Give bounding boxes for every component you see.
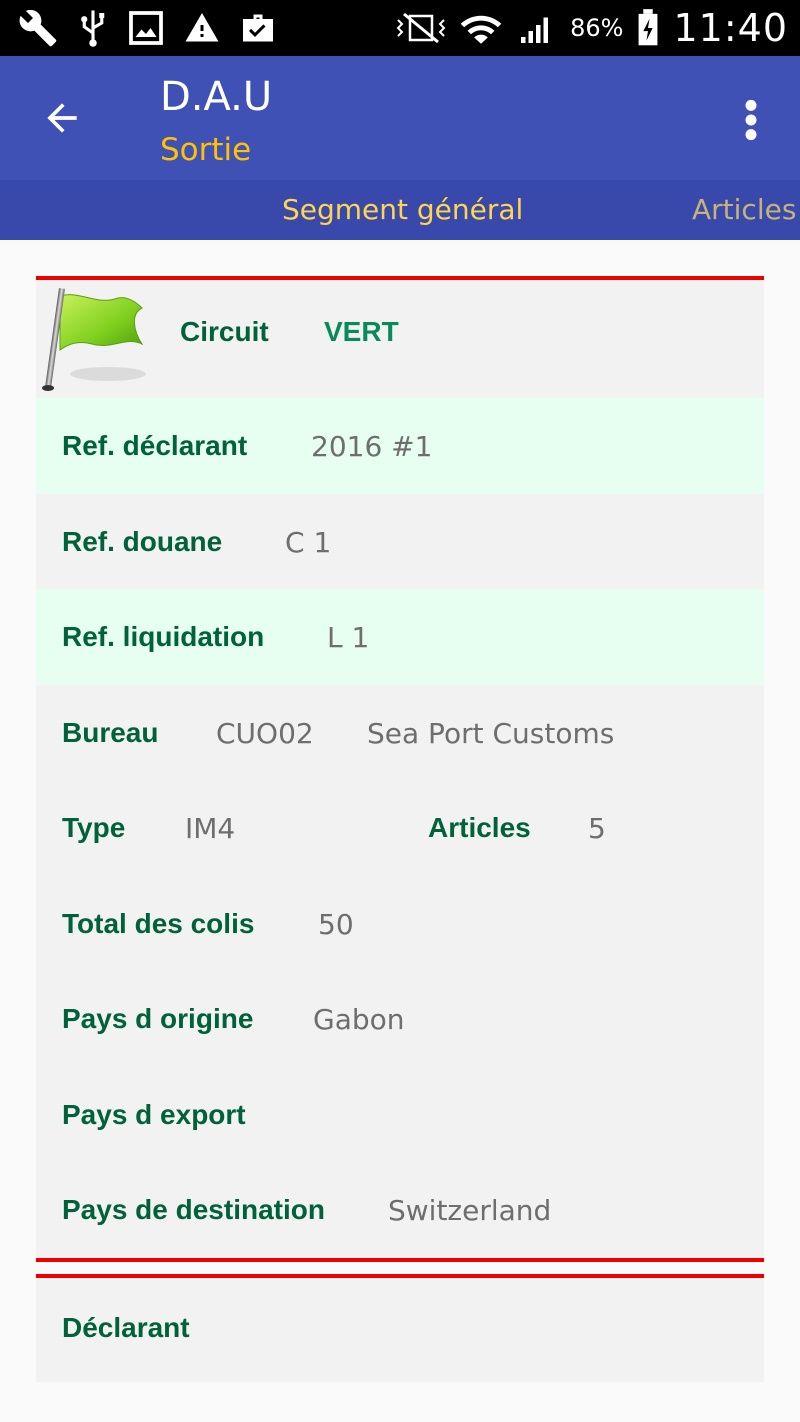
warning-icon [185,13,219,42]
ref-declarant-row: Ref. déclarant 2016 #1 [36,398,764,494]
signal-icon [521,17,549,43]
pays-destination-label: Pays de destination [62,1194,325,1225]
type-value: IM4 [185,812,236,845]
circuit-label: Circuit [180,316,269,347]
image-icon [129,11,163,45]
ref-douane-row: Ref. douane C 1 [36,494,764,590]
pays-export-row: Pays d export [36,1067,764,1163]
declarant-card[interactable]: Déclarant [36,1274,764,1382]
pays-export-label: Pays d export [62,1098,246,1130]
circuit-value: VERT [324,316,399,347]
main-content: Circuit VERT Ref. déclarant 2016 #1 Ref.… [0,240,800,1422]
ref-declarant-value: 2016 #1 [311,430,433,463]
bureau-row: Bureau CUO02 Sea Port Customs [36,685,764,781]
green-flag-icon [42,288,146,391]
total-colis-label: Total des colis [62,907,255,939]
battery-charging-icon [639,9,658,46]
tab-bar: Segment général Articles [0,180,800,240]
articles-value: 5 [588,812,606,845]
wifi-icon [460,15,502,44]
ref-liquidation-value: L 1 [327,621,370,654]
declarant-label: Déclarant [62,1312,190,1343]
ref-liquidation-row: Ref. liquidation L 1 [36,589,764,685]
articles-label: Articles [428,812,531,843]
back-arrow-icon[interactable] [40,96,84,140]
type-row: Type IM4 Articles 5 [36,780,764,876]
circuit-row: Circuit VERT [36,280,764,398]
bureau-code: CUO02 [216,716,314,750]
total-colis-row: Total des colis 50 [36,876,764,972]
wrench-icon [19,9,57,47]
briefcase-check-icon [243,14,273,42]
status-bar: 86% 11:40 [0,0,800,56]
clock: 11:40 [673,6,788,50]
pays-origine-label: Pays d origine [62,1003,254,1034]
pays-destination-row: Pays de destination Switzerland [36,1162,764,1258]
pays-origine-value: Gabon [313,1003,405,1036]
ref-douane-value: C 1 [285,525,332,559]
bureau-label: Bureau [62,716,159,748]
page-subtitle: Sortie [160,132,252,168]
type-label: Type [62,812,126,843]
vibrate-mute-icon [396,12,446,44]
usb-icon [81,10,105,47]
ref-declarant-label: Ref. déclarant [62,430,248,461]
ref-liquidation-label: Ref. liquidation [62,621,265,652]
bureau-name: Sea Port Customs [367,716,615,750]
overflow-menu-icon[interactable] [736,98,766,142]
tab-articles[interactable]: Articles [692,193,796,226]
general-info-card: Circuit VERT Ref. déclarant 2016 #1 Ref.… [36,276,764,1262]
total-colis-value: 50 [318,907,354,941]
tab-segment-general[interactable]: Segment général [282,193,523,226]
pays-origine-row: Pays d origine Gabon [36,971,764,1067]
declarant-row[interactable]: Déclarant [36,1278,764,1382]
page-title: D.A.U [160,74,273,120]
ref-douane-label: Ref. douane [62,525,223,557]
battery-percent: 86% [570,14,624,42]
pays-destination-value: Switzerland [388,1194,552,1227]
app-bar: D.A.U Sortie [0,56,800,180]
